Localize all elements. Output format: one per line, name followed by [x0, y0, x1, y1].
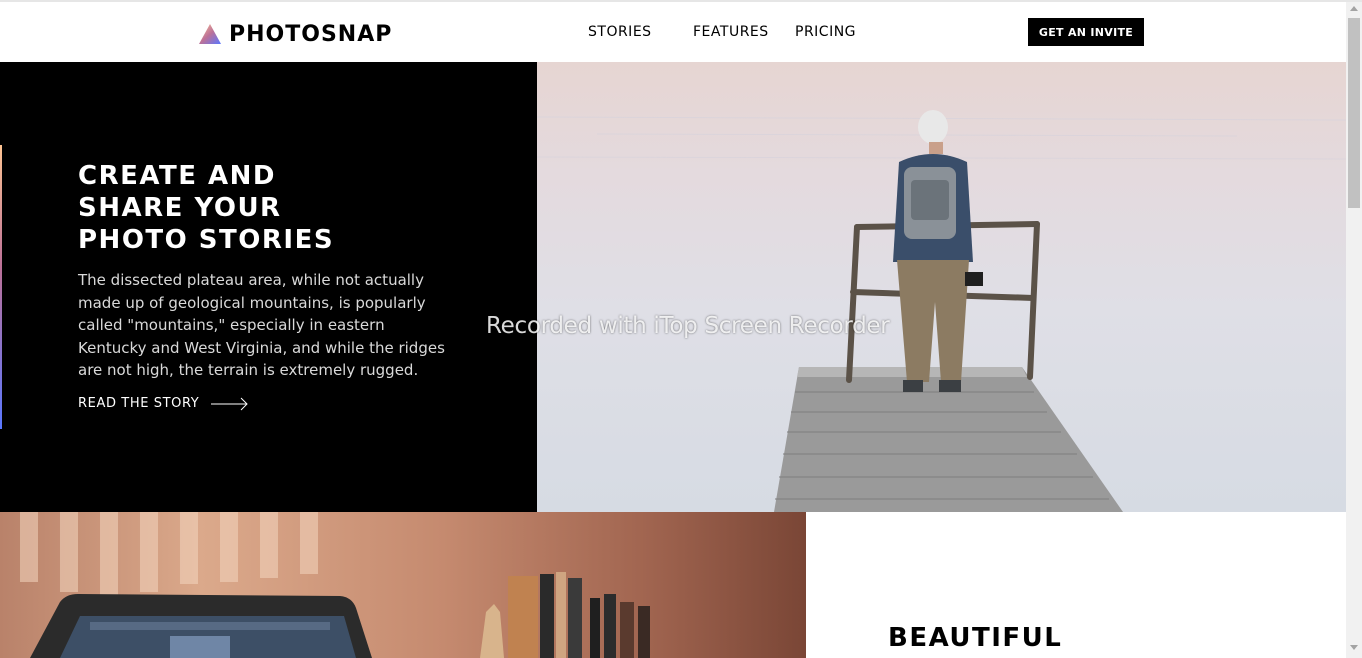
triangle-logo-icon — [199, 24, 221, 44]
desk-photo-illustration — [20, 512, 650, 658]
feature-text-panel — [806, 512, 1346, 658]
hero-photo-man-on-pier — [537, 62, 1346, 512]
read-the-story-link[interactable]: READ THE STORY — [78, 396, 249, 411]
section-title: BEAUTIFUL — [888, 623, 1063, 653]
hero-title-line: CREATE AND — [78, 161, 276, 191]
site-header: PHOTOSNAP STORIES FEATURES PRICING GET A… — [0, 2, 1346, 62]
hero-accent-bar — [0, 145, 2, 429]
desk-laptop-photo — [0, 512, 806, 658]
get-an-invite-button[interactable]: GET AN INVITE — [1028, 18, 1144, 46]
hero-title-line: PHOTO STORIES — [78, 225, 335, 255]
nav-item-stories[interactable]: STORIES — [588, 24, 652, 40]
hero-title-line: SHARE YOUR — [78, 193, 282, 223]
scroll-down-arrow-icon[interactable] — [1350, 645, 1358, 650]
page-scrollbar[interactable] — [1346, 2, 1362, 658]
read-the-story-label: READ THE STORY — [78, 396, 200, 411]
hero-title: CREATE AND SHARE YOUR PHOTO STORIES — [78, 160, 398, 256]
nav-item-features[interactable]: FEATURES — [693, 24, 769, 40]
hero-photo-illustration — [537, 110, 1346, 512]
hero-description: The dissected plateau area, while not ac… — [78, 271, 445, 379]
arrow-right-icon — [211, 397, 249, 410]
recorder-watermark: Recorded with iTop Screen Recorder — [486, 313, 890, 339]
brand-logo[interactable]: PHOTOSNAP — [199, 21, 392, 47]
brand-name: PHOTOSNAP — [229, 21, 393, 47]
nav-item-pricing[interactable]: PRICING — [795, 24, 856, 40]
scrollbar-thumb[interactable] — [1348, 18, 1360, 208]
scroll-up-arrow-icon[interactable] — [1350, 6, 1358, 11]
